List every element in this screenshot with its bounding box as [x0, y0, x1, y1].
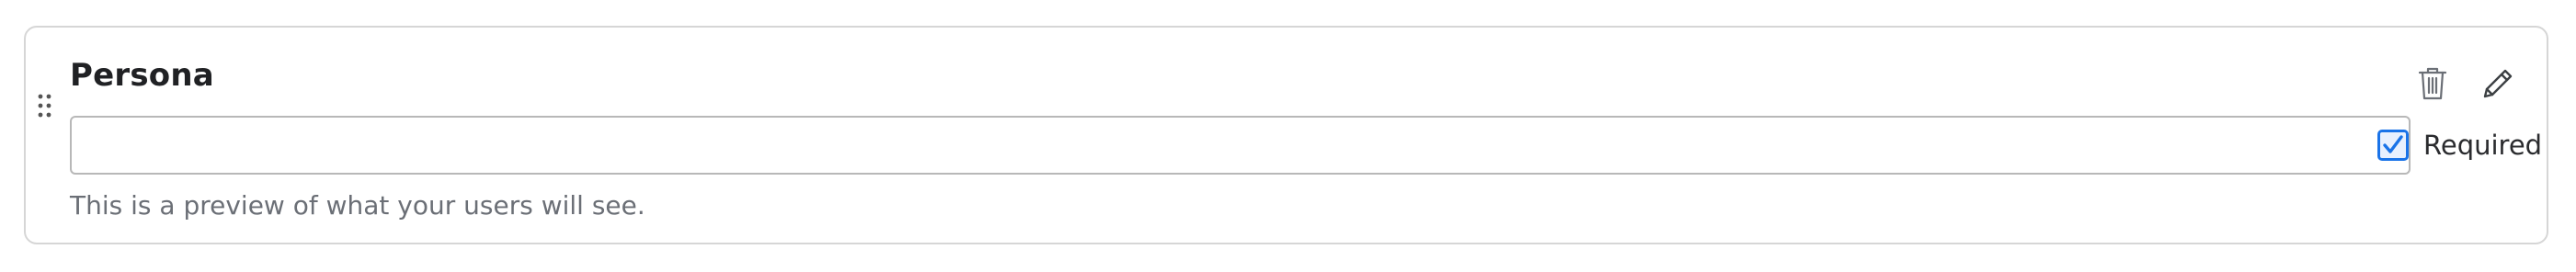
required-toggle[interactable]: Required — [2377, 123, 2542, 167]
delete-field-button[interactable] — [2410, 62, 2456, 108]
trash-icon — [2417, 65, 2448, 106]
required-label: Required — [2423, 130, 2543, 161]
preview-helper-text: This is a preview of what your users wil… — [70, 190, 645, 221]
edit-field-button[interactable] — [2475, 62, 2521, 108]
checkmark-icon — [2383, 135, 2403, 153]
field-title: Persona — [70, 57, 214, 94]
form-field-card: Persona This is a preview of what your u… — [24, 26, 2548, 244]
required-checkbox[interactable] — [2377, 130, 2409, 161]
drag-handle-icon[interactable] — [35, 92, 55, 119]
pencil-icon — [2479, 65, 2516, 106]
preview-text-input[interactable] — [70, 116, 2411, 175]
